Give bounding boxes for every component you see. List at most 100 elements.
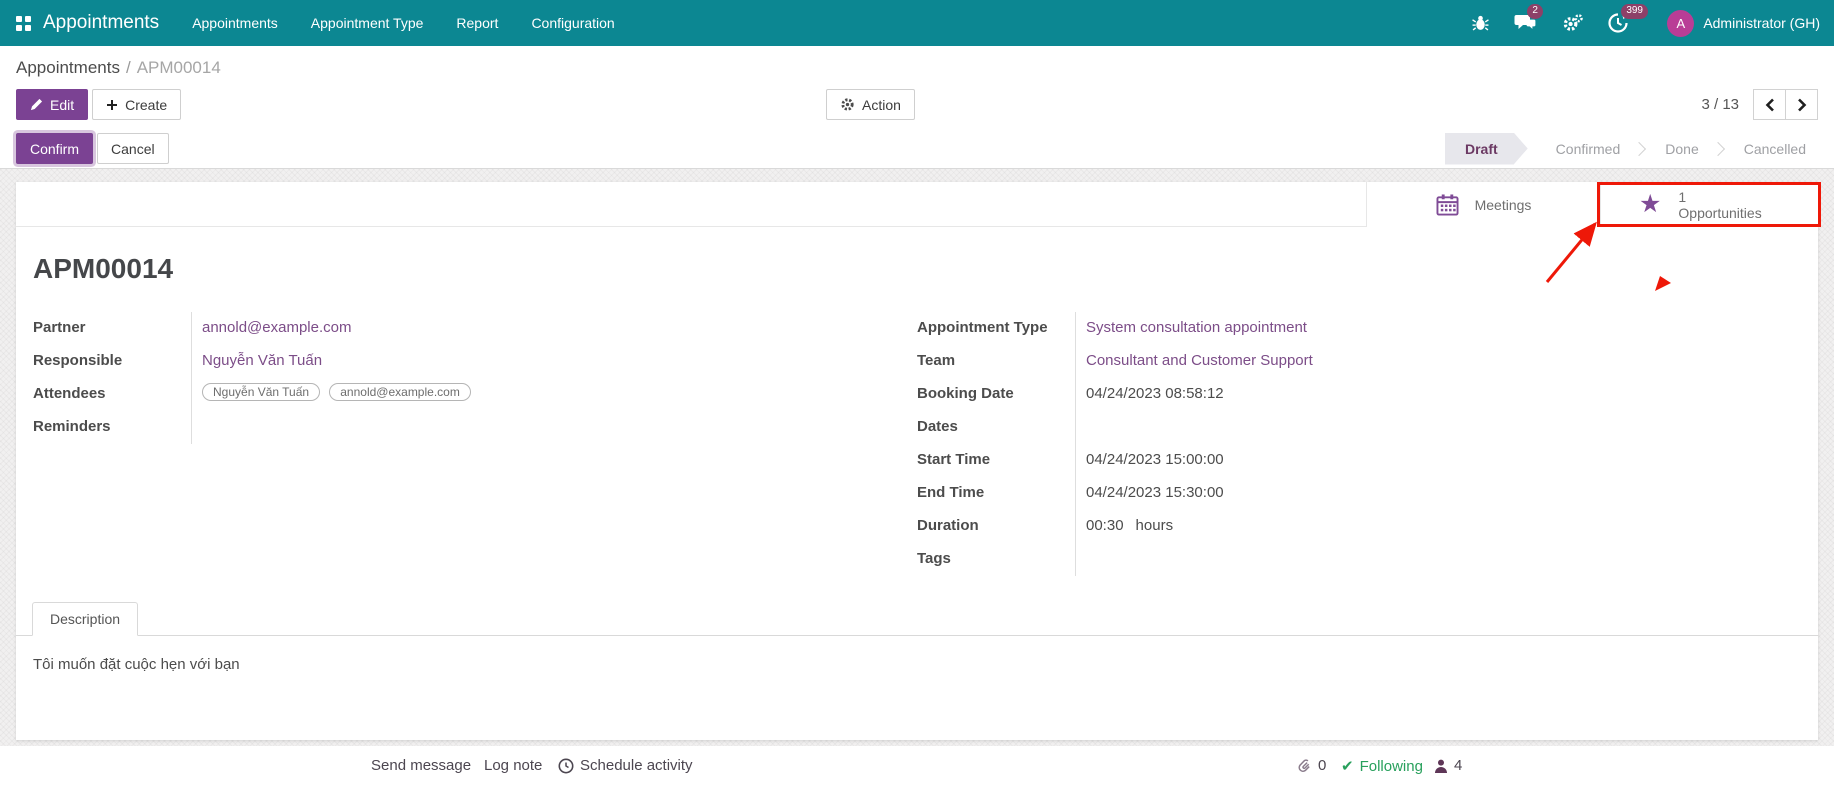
log-note-button[interactable]: Log note xyxy=(484,757,542,774)
app-brand[interactable]: Appointments xyxy=(43,12,159,34)
bug-icon[interactable] xyxy=(1472,12,1489,34)
paperclip-icon xyxy=(1297,758,1312,774)
person-icon xyxy=(1434,759,1448,773)
stage-done[interactable]: Done xyxy=(1653,141,1710,157)
top-navbar: Appointments Appointments Appointment Ty… xyxy=(0,0,1834,46)
menu-configuration[interactable]: Configuration xyxy=(531,15,614,31)
discuss-badge: 2 xyxy=(1527,4,1543,19)
following-button[interactable]: ✔ Following xyxy=(1341,757,1423,775)
field-row-attendees: Attendees Nguyễn Văn Tuấn annold@example… xyxy=(33,378,917,411)
create-button[interactable]: Create xyxy=(92,89,181,120)
schedule-activity-button[interactable]: Schedule activity xyxy=(558,757,693,774)
stage-chevron-separator xyxy=(1711,141,1725,155)
breadcrumb-appointments[interactable]: Appointments xyxy=(16,58,120,77)
menu-appointment-type[interactable]: Appointment Type xyxy=(311,15,424,31)
pencil-icon xyxy=(30,98,43,111)
responsible-link[interactable]: Nguyễn Văn Tuấn xyxy=(202,352,322,369)
opportunities-label: Opportunities xyxy=(1678,205,1761,221)
plus-icon xyxy=(106,99,118,111)
smart-button-bar: Meetings ★ 1 Opportunities xyxy=(16,182,1818,227)
confirm-button[interactable]: Confirm xyxy=(16,133,93,164)
tab-description[interactable]: Description xyxy=(32,602,138,636)
user-name: Administrator (GH) xyxy=(1703,15,1820,31)
duration-unit: hours xyxy=(1136,517,1174,534)
send-message-button[interactable]: Send message xyxy=(371,757,471,774)
reminders-value xyxy=(191,411,917,444)
opportunities-count: 1 xyxy=(1678,189,1761,205)
chevron-left-icon xyxy=(1765,98,1775,112)
field-label: Partner xyxy=(33,312,191,345)
content-area: Meetings ★ 1 Opportunities APM00014 Part… xyxy=(0,169,1834,740)
stage-pipeline: Draft Confirmed Done Cancelled xyxy=(1445,133,1818,165)
field-row-dates: Dates xyxy=(917,411,1801,444)
attachment-count: 0 xyxy=(1318,757,1326,774)
appointment-type-link[interactable]: System consultation appointment xyxy=(1086,319,1307,336)
description-text: Tôi muốn đặt cuộc hẹn với bạn xyxy=(16,636,1818,693)
field-row-duration: Duration 00:30 hours xyxy=(917,510,1801,543)
field-row-partner: Partner annold@example.com xyxy=(33,312,917,345)
field-label: Attendees xyxy=(33,378,191,411)
attachments-button[interactable]: 0 xyxy=(1297,757,1326,774)
star-icon: ★ xyxy=(1639,192,1661,217)
field-row-tags: Tags xyxy=(917,543,1801,576)
field-group-right: Appointment Type System consultation app… xyxy=(917,312,1801,576)
stage-cancelled[interactable]: Cancelled xyxy=(1732,141,1818,157)
form-sheet: Meetings ★ 1 Opportunities APM00014 Part… xyxy=(16,182,1818,740)
field-label: Tags xyxy=(917,543,1075,576)
field-label: Duration xyxy=(917,510,1075,543)
breadcrumb-separator: / xyxy=(126,58,131,77)
gears-icon[interactable] xyxy=(1562,12,1583,34)
stage-confirmed[interactable]: Confirmed xyxy=(1544,141,1633,157)
field-label: Team xyxy=(917,345,1075,378)
field-row-start-time: Start Time 04/24/2023 15:00:00 xyxy=(917,444,1801,477)
opportunities-smart-button[interactable]: ★ 1 Opportunities xyxy=(1600,182,1818,227)
followers-button[interactable]: 4 xyxy=(1434,757,1462,774)
notebook-tabs: Description xyxy=(16,602,1818,636)
check-icon: ✔ xyxy=(1341,757,1354,775)
pager: 3 / 13 xyxy=(1701,89,1818,120)
menu-report[interactable]: Report xyxy=(456,15,498,31)
pager-count: 3 / 13 xyxy=(1701,96,1739,113)
field-label: End Time xyxy=(917,477,1075,510)
chatter: Send message Log note Schedule activity … xyxy=(0,746,1834,809)
control-panel: Appointments / APM00014 Edit Create Action… xyxy=(0,46,1834,169)
stage-chevron-separator xyxy=(1632,141,1646,155)
field-row-team: Team Consultant and Customer Support xyxy=(917,345,1801,378)
field-groups: Partner annold@example.com Responsible N… xyxy=(16,312,1818,576)
breadcrumb-current: APM00014 xyxy=(137,58,221,77)
activities-badge: 399 xyxy=(1621,4,1648,19)
field-label: Booking Date xyxy=(917,378,1075,411)
action-button[interactable]: Action xyxy=(826,89,915,120)
booking-date-value: 04/24/2023 08:58:12 xyxy=(1075,378,1801,411)
team-link[interactable]: Consultant and Customer Support xyxy=(1086,352,1313,369)
start-time-value: 04/24/2023 15:00:00 xyxy=(1075,444,1801,477)
user-menu[interactable]: A Administrator (GH) xyxy=(1667,10,1820,37)
cancel-button[interactable]: Cancel xyxy=(97,133,169,164)
field-label: Reminders xyxy=(33,411,191,444)
chevron-right-icon xyxy=(1797,98,1807,112)
statusbar: Confirm Cancel Draft Confirmed Done Canc… xyxy=(16,132,1818,165)
end-time-value: 04/24/2023 15:30:00 xyxy=(1075,477,1801,510)
tags-value xyxy=(1075,543,1801,576)
field-row-reminders: Reminders xyxy=(33,411,917,444)
pager-next-button[interactable] xyxy=(1785,89,1818,120)
breadcrumb: Appointments / APM00014 xyxy=(16,58,1818,78)
dates-value xyxy=(1075,411,1801,444)
systray: 2 399 A Administrator (GH) xyxy=(1472,10,1820,37)
field-row-booking-date: Booking Date 04/24/2023 08:58:12 xyxy=(917,378,1801,411)
meetings-smart-button[interactable]: Meetings xyxy=(1366,182,1600,227)
edit-button[interactable]: Edit xyxy=(16,89,88,120)
field-row-responsible: Responsible Nguyễn Văn Tuấn xyxy=(33,345,917,378)
pager-previous-button[interactable] xyxy=(1753,89,1786,120)
discuss-icon[interactable]: 2 xyxy=(1514,12,1537,34)
attendee-tag: annold@example.com xyxy=(329,383,471,401)
button-row: Edit Create Action 3 / 13 xyxy=(16,89,1818,120)
field-row-appointment-type: Appointment Type System consultation app… xyxy=(917,312,1801,345)
field-group-left: Partner annold@example.com Responsible N… xyxy=(33,312,917,576)
activities-clock-icon[interactable]: 399 xyxy=(1608,12,1628,34)
partner-link[interactable]: annold@example.com xyxy=(202,319,351,336)
duration-value: 00:30 xyxy=(1086,517,1124,534)
apps-menu-icon[interactable] xyxy=(16,16,31,31)
stage-draft[interactable]: Draft xyxy=(1445,133,1528,165)
menu-appointments[interactable]: Appointments xyxy=(192,15,278,31)
